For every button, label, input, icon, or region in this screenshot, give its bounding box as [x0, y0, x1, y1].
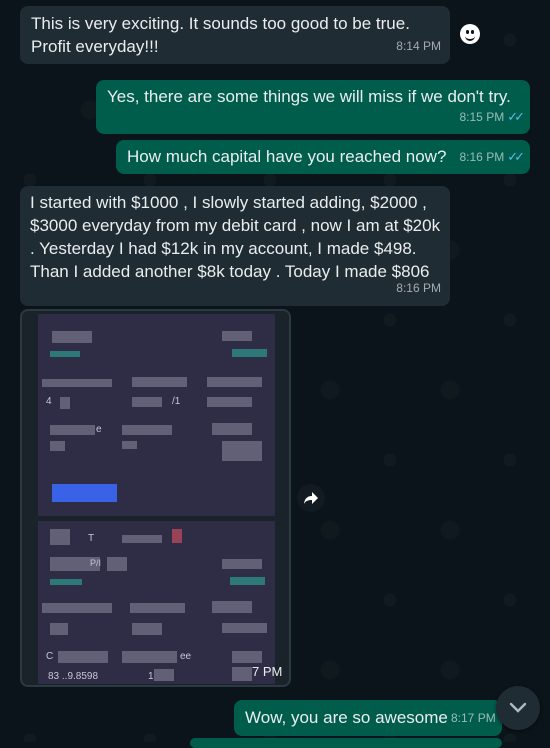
blurred-fragment: e — [96, 424, 102, 435]
message-incoming[interactable]: I started with $1000 , I slowly started … — [20, 186, 450, 306]
blurred-fragment: C — [46, 651, 54, 662]
blurred-fragment: T — [88, 533, 95, 544]
blurred-number: 83 ..9.8598 — [48, 671, 99, 682]
message-time: 8:16 PM ✓✓ — [459, 149, 525, 164]
message-outgoing[interactable]: How much capital have you reached now? 8… — [116, 140, 530, 174]
forward-icon[interactable] — [297, 484, 325, 512]
image-message[interactable]: 4 /1 e T P/I C ee 83 ..9.8598 1 — [20, 309, 291, 687]
message-text: This is very exciting. It sounds too goo… — [31, 14, 410, 56]
blurred-amount — [52, 484, 117, 502]
message-incoming[interactable]: This is very exciting. It sounds too goo… — [20, 6, 450, 64]
message-time: 8:16 PM — [396, 281, 441, 295]
blurred-digit: 1 — [148, 671, 154, 682]
double-check-icon: ✓✓ — [507, 109, 525, 124]
blurred-digit: 4 — [46, 396, 52, 407]
scroll-down-button[interactable] — [496, 686, 540, 730]
blurred-code: P/I — [90, 558, 102, 568]
message-text: I started with $1000 , I slowly started … — [30, 193, 441, 281]
message-time: 7 PM — [252, 664, 283, 679]
message-time: 8:15 PM ✓✓ — [459, 109, 525, 124]
message-outgoing[interactable]: Wow, you are so awesome 8:17 PM — [234, 700, 502, 736]
message-text: Wow, you are so awesome — [245, 708, 448, 727]
message-text: How much capital have you reached now? — [127, 147, 447, 166]
emoji-icon[interactable] — [460, 24, 480, 44]
blurred-fragment: ee — [180, 651, 192, 662]
message-time: 8:17 PM — [451, 711, 496, 725]
chevron-down-icon — [509, 702, 527, 713]
message-outgoing[interactable]: Yes, there are some things we will miss … — [96, 80, 530, 134]
blurred-fragment: /1 — [172, 396, 181, 407]
double-check-icon: ✓✓ — [507, 149, 525, 164]
screenshot-divider — [38, 516, 275, 521]
message-time: 8:14 PM — [396, 39, 441, 53]
message-outgoing-partial — [190, 738, 502, 748]
message-text: Yes, there are some things we will miss … — [107, 87, 511, 106]
